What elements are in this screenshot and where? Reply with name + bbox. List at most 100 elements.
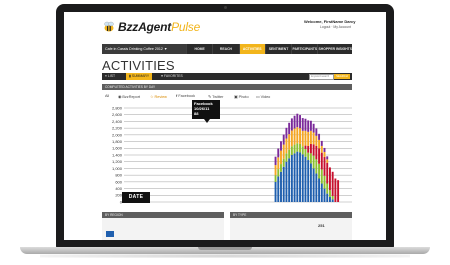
filter-review[interactable]: ☆ Review [150,94,167,99]
bar-segment [274,156,277,166]
bar-segment [296,113,299,128]
by-region-panel [102,218,224,240]
bar-segment [290,130,293,147]
bar-segment [285,161,288,202]
chart-tooltip: Facebook 10/26/11 88 [192,100,220,119]
bar-segment [274,181,277,202]
bar-segment [320,169,323,184]
bar-segment [299,143,301,153]
bar-segment [312,123,315,133]
y-tick-label: 400 [115,186,122,191]
bar-segment [307,160,310,202]
bar-segment [320,152,323,170]
filter-twitter[interactable]: ✎ Twitter [208,94,223,99]
bar-segment [304,118,307,131]
bar-segment [277,176,280,202]
bar-segment [288,149,291,159]
bar-segment [326,159,329,163]
bar-segment [329,190,331,197]
search-input[interactable]: keyword search [309,74,334,80]
bar-segment [274,175,277,182]
nav-tab-home[interactable]: HOME [186,44,212,54]
chart-grid [124,107,352,203]
bar-segment [288,158,291,202]
bar-segment [315,159,318,174]
nav-tab-participants[interactable]: PARTICIPANTS [291,44,317,54]
filter-twitter-label: Twitter [212,95,224,99]
nav-tab-activities[interactable]: ACTIVITIES [238,44,265,54]
bar-segment [304,145,307,149]
nav-tab-sentiment[interactable]: SENTIMENT [264,44,291,54]
filter-video[interactable]: ▭ Video [256,94,270,99]
subtab-summary-label: SUMMARY [131,74,150,78]
subtab-list[interactable]: ≡ LIST [102,73,118,80]
bar-segment [320,145,323,153]
y-tick-label: 1,000 [112,166,123,171]
subtab-favorites[interactable]: ♥ FAVORITES [158,73,186,80]
subtab-summary[interactable]: ▮ SUMMARY [126,73,153,80]
y-tick-label: 2,800 [112,105,123,110]
bar-segment [326,162,329,184]
nav-tab-shopper-insights[interactable]: SHOPPER INSIGHTS [317,44,352,54]
bar-segment [315,145,318,160]
bar-segment [290,118,293,131]
bar-segment [277,157,280,170]
activities-panel-header: COMPLETED ACTIVITIES BY DAY [102,84,352,90]
filter-bzzreport[interactable]: ◉ BzzReport [118,94,140,99]
brand-main: BzzAgent [118,20,172,34]
bar-segment [320,183,323,202]
bar-segment [290,146,293,155]
bar-segment [280,164,282,172]
screen: BzzAgentPulse Welcome, FirstName Darcy L… [64,12,386,240]
bar-segment [323,157,326,176]
filter-photo[interactable]: ▣ Photo [234,94,249,99]
nav-tab-reach[interactable]: REACH [212,44,238,54]
bar-segment [285,153,288,162]
bar-segment [312,155,315,169]
bar-segment [334,178,337,202]
bar-segment [293,128,296,145]
bar-segment [304,156,307,202]
y-tick-label: 1,600 [112,146,123,151]
brand-accent: Pulse [171,20,201,34]
bar-segment [320,140,323,146]
bar-segment [307,152,310,161]
tooltip-line-3: 88 [194,111,199,116]
bar-segment [301,130,304,147]
filter-bzzreport-label: BzzReport [122,95,141,99]
bar-segment [312,132,315,145]
campaign-select[interactable]: Cafe in Cassis Drinking Coffee 2012 ▼ [102,44,186,54]
filter-facebook[interactable]: f Facebook [176,94,195,98]
bar-segment [326,156,329,160]
laptop-shadow [40,254,410,258]
tooltip-arrow [204,119,210,123]
search-button[interactable]: SEARCH [334,74,350,79]
bar-segment [326,193,329,202]
account-links[interactable]: Logout · My Account [320,25,351,29]
page-title: ACTIVITIES [102,58,175,73]
bar-segment [301,118,304,131]
bar-segment [309,130,312,144]
bar-segment [299,128,301,144]
bar-segment [282,144,285,159]
filter-all[interactable]: All [105,94,109,98]
bar-segment [318,148,321,164]
brand-logo[interactable]: BzzAgentPulse [118,20,200,34]
bar-segment [307,120,310,132]
by-type-panel [230,218,352,240]
bar-segment [329,196,331,202]
bar-segment [312,144,315,156]
y-tick-label: 1,400 [112,152,123,157]
region-mini-bar [106,231,114,237]
bar-segment [323,147,326,152]
bar-segment [331,171,334,196]
bar-segment [315,173,318,202]
chart-y-axis: 2,800 2,600 2,400 2,2002,000 1,800 1,6001,400… [112,105,123,204]
bar-segment [290,155,293,202]
bar-segment [282,134,285,145]
y-tick-label: 800 [115,173,122,178]
site-header: BzzAgentPulse Welcome, FirstName Darcy L… [64,12,386,42]
bar-segment [285,138,288,154]
bar-segment [318,139,321,149]
x-axis-label: DATE [122,192,150,203]
